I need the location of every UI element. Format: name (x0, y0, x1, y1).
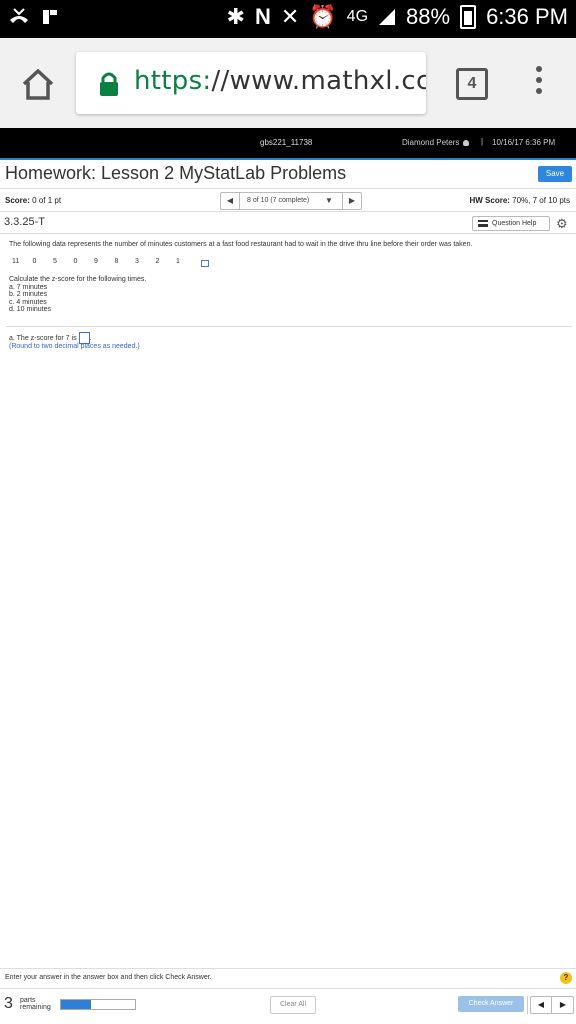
data-value: 0 (73, 258, 78, 265)
footer-instruction: Enter your answer in the answer box and … (5, 974, 212, 981)
lock-icon (100, 72, 118, 96)
previous-question-button[interactable]: ◀ (221, 193, 240, 209)
bluetooth-icon: ✱ (226, 4, 245, 29)
course-id: gbs221_11738 (260, 138, 313, 147)
signal-icon (379, 9, 396, 25)
round-note: (Round to two decimal places as needed.) (9, 343, 140, 350)
url-scheme: https: (134, 66, 212, 96)
score-label: Score: (5, 196, 30, 205)
missed-call-icon (10, 8, 28, 23)
home-icon[interactable] (20, 66, 56, 102)
status-left (8, 6, 58, 28)
url-host: //www.mathxl.cc (211, 66, 426, 96)
next-question-button[interactable]: ▶ (342, 193, 361, 209)
list-icon (478, 220, 488, 227)
header-divider (0, 158, 576, 160)
help-icon[interactable]: ? (560, 972, 572, 984)
list-item: c. 4 minutes (9, 298, 47, 306)
page-title: Homework: Lesson 2 MyStatLab Problems (5, 163, 347, 183)
part-a-period: . (89, 334, 92, 342)
header-datetime: 10/16/17 6:36 PM (492, 138, 556, 147)
question-navigator: ◀ 8 of 10 (7 complete) ▼ ▶ (220, 192, 362, 210)
battery-icon (460, 5, 477, 29)
question-position[interactable]: 8 of 10 (7 complete) (247, 197, 309, 204)
copy-data-icon[interactable] (200, 260, 209, 267)
data-values: 11 0 5 0 9 8 3 2 1 (12, 258, 209, 267)
data-value: 11 (12, 258, 20, 265)
part-a-text: a. The z-score for 7 is (9, 334, 77, 342)
question-help-label: Question Help (492, 220, 537, 227)
gear-icon[interactable]: ⚙ (556, 216, 568, 232)
divider (6, 326, 572, 327)
score: Score: 0 of 1 pt (5, 196, 61, 205)
check-answer-button[interactable]: Check Answer (458, 996, 524, 1012)
chevron-down-icon[interactable]: ▼ (325, 196, 333, 205)
data-value: 3 (135, 258, 139, 265)
parts-count: 3 (4, 995, 13, 1012)
url-text[interactable]: https://www.mathxl.cc (134, 66, 426, 96)
parts-label-line2: remaining (20, 1004, 51, 1011)
address-bar[interactable]: https://www.mathxl.cc (76, 52, 426, 114)
divider (527, 996, 528, 1014)
tab-switcher-button[interactable]: 4 (456, 68, 488, 100)
battery-percent: 88% (406, 4, 451, 29)
clock: 6:36 PM (486, 4, 568, 29)
header-separator: | (481, 137, 484, 146)
question-help-button[interactable]: Question Help (472, 216, 550, 231)
divider (0, 188, 576, 189)
question-id: 3.3.25-T (4, 216, 45, 228)
score-value: 0 of 1 pt (32, 196, 62, 205)
calculation-list: Calculate the z-score for the following … (9, 276, 146, 314)
divider (0, 233, 576, 234)
divider (0, 988, 576, 989)
user-icon (463, 139, 470, 146)
hw-score-value: 70%, 7 of 10 pts (512, 196, 570, 205)
nfc-icon: N (254, 4, 271, 29)
status-right: ✱ N ✕ ⏰ 4G 88% 6:36 PM (226, 4, 568, 30)
status-bar: ✱ N ✕ ⏰ 4G 88% 6:36 PM (0, 0, 576, 38)
browser-toolbar: https://www.mathxl.cc 4 (0, 38, 576, 128)
data-value: 1 (176, 258, 180, 265)
list-item: d. 10 minutes (9, 306, 52, 314)
data-value: 5 (53, 258, 57, 265)
data-value: 9 (94, 258, 98, 265)
network-type: 4G (346, 8, 369, 25)
footer-navigator: ◀ ▶ (530, 996, 574, 1014)
user-name[interactable]: Diamond Peters (402, 138, 470, 147)
previous-button[interactable]: ◀ (531, 997, 552, 1013)
list-item: a. 7 minutes (9, 283, 48, 291)
alarm-icon: ⏰ (309, 4, 337, 29)
user-name-label: Diamond Peters (402, 138, 460, 147)
divider (0, 968, 576, 969)
data-value: 8 (114, 258, 119, 265)
data-value: 2 (155, 258, 160, 265)
data-value: 0 (32, 258, 37, 265)
parts-label: parts remaining (20, 997, 51, 1011)
hw-score: HW Score: 70%, 7 of 10 pts (469, 196, 570, 205)
app-notification-icon (43, 10, 57, 24)
question-prompt: The following data represents the number… (9, 241, 473, 248)
parts-label-line1: parts (20, 997, 36, 1004)
save-button[interactable]: Save (538, 166, 572, 182)
parts-progress-bar (60, 999, 136, 1010)
calc-intro: Calculate the z-score for the following … (9, 276, 147, 283)
site-header: gbs221_11738 Diamond Peters | 10/16/17 6… (0, 128, 576, 158)
divider (0, 211, 576, 212)
mute-icon: ✕ (280, 4, 300, 29)
hw-score-label: HW Score: (469, 196, 510, 205)
clear-all-button[interactable]: Clear All (270, 996, 316, 1014)
list-item: b. 2 minutes (9, 291, 48, 299)
progress-fill (61, 1000, 91, 1009)
overflow-menu-icon[interactable] (532, 66, 546, 100)
next-button[interactable]: ▶ (553, 997, 573, 1013)
